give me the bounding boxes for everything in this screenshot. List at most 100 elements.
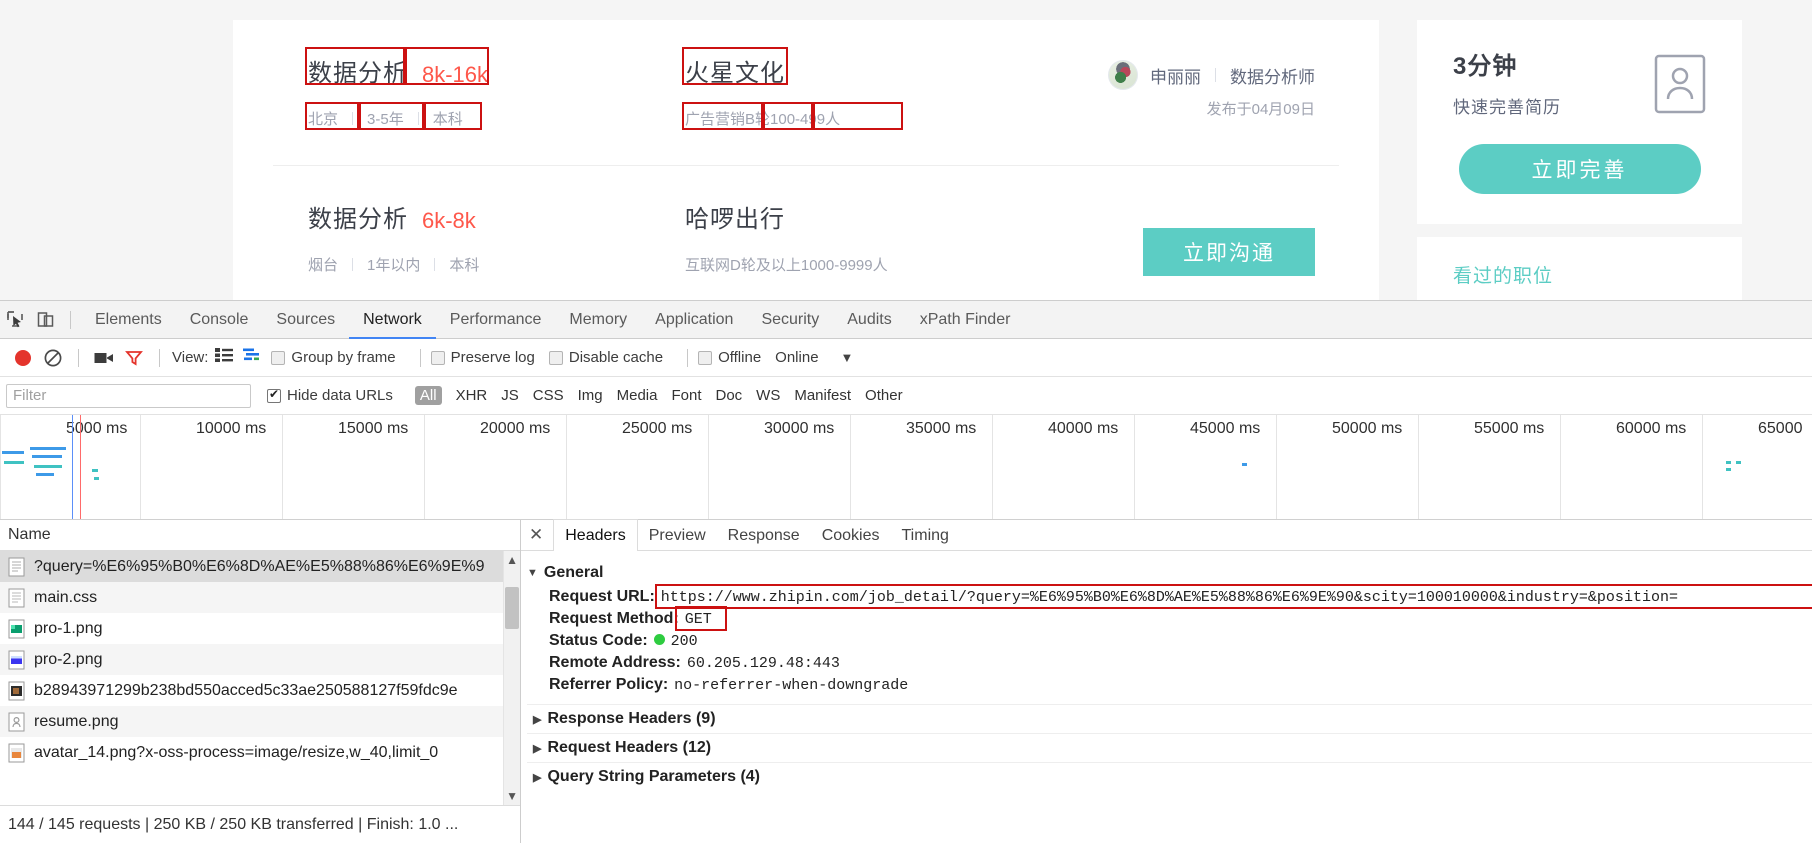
requests-column-header[interactable]: Name (0, 520, 520, 551)
referrer-policy-key: Referrer Policy: (549, 676, 668, 694)
viewed-jobs-link[interactable]: 看过的职位 (1453, 261, 1706, 288)
request-details-pane: ✕ Headers Preview Response Cookies Timin… (521, 520, 1812, 843)
offline-checkbox[interactable]: Offline (698, 349, 761, 366)
image-file-icon-green (8, 619, 25, 639)
request-row[interactable]: pro-1.png (0, 613, 520, 644)
capture-screenshots-icon[interactable] (89, 344, 119, 372)
recruiter-separator (1215, 68, 1216, 82)
request-name: b28943971299b238bd550acced5c33ae25058812… (34, 682, 458, 700)
request-headers-section[interactable]: ▶ Request Headers (12) (527, 733, 1812, 762)
record-button-icon[interactable] (8, 344, 38, 372)
company-name[interactable]: 哈啰出行 (685, 206, 785, 233)
job-row[interactable]: 数据分析 6k-8k 烟台 1年以内 本科 哈啰出行 互联网 D轮及以上 (273, 165, 1339, 300)
group-by-frame-checkbox[interactable]: Group by frame (271, 349, 395, 366)
timeline-bar (94, 477, 99, 480)
stylesheet-file-icon (8, 588, 25, 608)
response-headers-label: Response Headers (9) (547, 710, 715, 728)
image-file-icon-dark (8, 681, 25, 701)
chevron-down-icon[interactable]: ▼ (841, 350, 854, 365)
company-name-wrap[interactable]: 火星文化 (685, 53, 785, 88)
filter-type-doc[interactable]: Doc (715, 387, 742, 404)
job-title[interactable]: 数据分析 (308, 199, 408, 234)
tab-console[interactable]: Console (176, 301, 263, 339)
divider (420, 349, 421, 367)
inspect-cursor-icon[interactable] (0, 306, 30, 334)
job-salary: 8k-16k (422, 62, 488, 88)
tab-performance[interactable]: Performance (436, 301, 556, 339)
request-row[interactable]: avatar_14.png?x-oss-process=image/resize… (0, 737, 520, 768)
waterfall-view-icon[interactable] (243, 348, 261, 367)
preserve-log-checkbox[interactable]: Preserve log (431, 349, 535, 366)
company-name[interactable]: 火星文化 (685, 60, 785, 87)
scroll-up-icon[interactable]: ▲ (506, 553, 518, 567)
caret-down-icon: ▼ (527, 567, 538, 579)
recruiter-name: 申丽丽 (1150, 63, 1201, 88)
hide-data-urls-checkbox[interactable]: Hide data URLs (267, 387, 393, 404)
filter-type-other[interactable]: Other (865, 387, 903, 404)
response-headers-section[interactable]: ▶ Response Headers (9) (527, 704, 1812, 733)
request-row[interactable]: pro-2.png (0, 644, 520, 675)
request-url-field: Request URL: https://www.zhipin.com/job_… (527, 586, 1812, 608)
details-tab-preview[interactable]: Preview (638, 520, 717, 551)
timeline-tick-label: 45000 ms (1190, 420, 1260, 438)
online-throttling-label[interactable]: Online (775, 349, 818, 366)
filter-type-manifest[interactable]: Manifest (794, 387, 851, 404)
request-row[interactable]: main.css (0, 582, 520, 613)
filter-type-img[interactable]: Img (578, 387, 603, 404)
tab-security[interactable]: Security (747, 301, 833, 339)
tab-network[interactable]: Network (349, 301, 436, 339)
complete-resume-button[interactable]: 立即完善 (1459, 144, 1701, 194)
tab-elements[interactable]: Elements (81, 301, 176, 339)
scroll-down-icon[interactable]: ▼ (506, 789, 518, 803)
details-tab-response[interactable]: Response (717, 520, 811, 551)
filter-type-font[interactable]: Font (671, 387, 701, 404)
filter-type-xhr[interactable]: XHR (456, 387, 488, 404)
tab-audits[interactable]: Audits (833, 301, 905, 339)
recruiter-info[interactable]: 申丽丽 数据分析师 (1108, 60, 1315, 90)
request-url-value[interactable]: https://www.zhipin.com/job_detail/?query… (661, 589, 1678, 606)
details-tab-cookies[interactable]: Cookies (811, 520, 891, 551)
status-code-key: Status Code: (549, 632, 648, 650)
tab-memory[interactable]: Memory (555, 301, 641, 339)
close-icon[interactable]: ✕ (529, 525, 543, 545)
network-timeline-overview[interactable]: 5000 ms 10000 ms 15000 ms 20000 ms 25000… (0, 415, 1812, 520)
request-row[interactable]: resume.png (0, 706, 520, 737)
divider (159, 349, 160, 367)
checkbox-box (431, 351, 445, 365)
tab-application[interactable]: Application (641, 301, 747, 339)
general-section-header[interactable]: ▼ General (527, 560, 1812, 586)
tab-xpath-finder[interactable]: xPath Finder (906, 301, 1025, 339)
filter-type-ws[interactable]: WS (756, 387, 780, 404)
filter-type-all[interactable]: All (415, 386, 442, 405)
list-view-icon[interactable] (215, 348, 233, 367)
query-string-parameters-section[interactable]: ▶ Query String Parameters (4) (527, 762, 1812, 791)
clear-icon[interactable] (38, 344, 68, 372)
tab-sources[interactable]: Sources (262, 301, 349, 339)
details-tab-headers[interactable]: Headers (553, 519, 637, 551)
filter-input[interactable] (6, 384, 251, 408)
request-row[interactable]: ?query=%E6%95%B0%E6%8D%AE%E5%88%86%E6%9E… (0, 551, 520, 582)
request-row[interactable]: b28943971299b238bd550acced5c33ae25058812… (0, 675, 520, 706)
network-filter-bar: Hide data URLs All XHR JS CSS Img Media … (0, 377, 1812, 415)
filter-type-css[interactable]: CSS (533, 387, 564, 404)
device-toolbar-icon[interactable] (30, 306, 60, 334)
scrollbar-thumb[interactable] (505, 587, 519, 629)
caret-right-icon: ▶ (533, 771, 541, 784)
timeline-bar (1736, 461, 1741, 464)
job-tag-education: 本科 (433, 108, 463, 129)
filter-type-js[interactable]: JS (501, 387, 519, 404)
requests-list[interactable]: ?query=%E6%95%B0%E6%8D%AE%E5%88%86%E6%9E… (0, 551, 520, 805)
network-summary-text: 144 / 145 requests | 250 KB / 250 KB tra… (8, 816, 458, 834)
disable-cache-checkbox[interactable]: Disable cache (549, 349, 663, 366)
details-tab-timing[interactable]: Timing (891, 520, 960, 551)
chat-now-button[interactable]: 立即沟通 (1143, 228, 1315, 276)
company-name-wrap[interactable]: 哈啰出行 (685, 199, 785, 234)
filter-funnel-icon[interactable] (119, 344, 149, 372)
requests-scrollbar[interactable]: ▲ ▼ (503, 551, 520, 805)
column-name-label: Name (8, 526, 51, 544)
status-code-value: 200 (671, 633, 698, 650)
timeline-tick-label: 15000 ms (338, 420, 408, 438)
job-row[interactable]: 数据分析 8k-16k 北京 3-5年 本科 火星文化 广告营销 B轮 (273, 20, 1339, 165)
filter-type-media[interactable]: Media (617, 387, 658, 404)
job-title[interactable]: 数据分析 (308, 53, 408, 88)
